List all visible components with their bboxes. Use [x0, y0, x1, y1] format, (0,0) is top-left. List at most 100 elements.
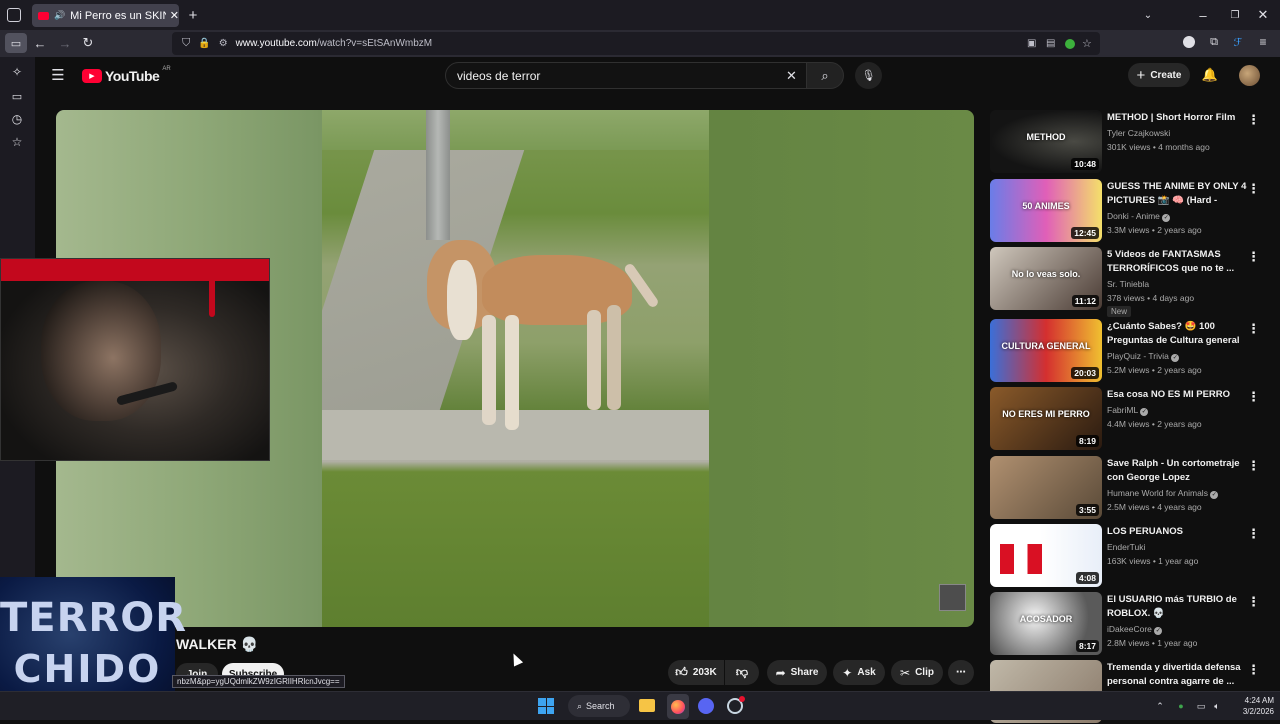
synced-tabs-icon[interactable]: ▭	[9, 88, 25, 104]
list-all-tabs-icon[interactable]: ⌄	[1141, 8, 1155, 22]
recommendation-card[interactable]: 3:55 Save Ralph - Un cortometraje con Geo…	[990, 456, 1270, 520]
clear-search-icon[interactable]: ✕	[784, 68, 799, 83]
search-input[interactable]: videos de terror	[445, 62, 807, 89]
video-thumbnail[interactable]: 3:55	[990, 456, 1102, 519]
window-minimize-icon[interactable]: –	[1196, 8, 1210, 23]
tray-mic-icon[interactable]: ●	[1176, 699, 1186, 713]
file-explorer-icon[interactable]	[639, 699, 655, 712]
windows-start-icon[interactable]	[538, 698, 554, 714]
channel-watermark[interactable]	[939, 584, 966, 611]
bookmark-star-icon[interactable]: ☆	[1082, 37, 1092, 50]
tab-overview-icon[interactable]	[7, 8, 21, 22]
recommendation-card[interactable]: No lo veas solo. 11:12 5 Videos de FANTASM…	[990, 247, 1270, 317]
recommendation-title[interactable]: Save Ralph - Un cortometraje con George …	[1107, 457, 1247, 484]
recommendation-channel[interactable]: EnderTuki	[1107, 542, 1145, 552]
more-options-icon[interactable]: ⋮	[1247, 389, 1260, 405]
recommendation-card[interactable]: NO ERES MI PERRO 8:19 Esa cosa NO ES MI PE…	[990, 387, 1270, 451]
back-icon[interactable]: ←	[32, 35, 48, 51]
screenshot-icon[interactable]: ▣	[1027, 38, 1036, 49]
discord-icon[interactable]	[698, 698, 714, 714]
video-thumbnail[interactable]: CULTURA GENERAL 20:03	[990, 319, 1102, 382]
recommendation-channel[interactable]: PlayQuiz - Trivia ✓	[1107, 351, 1180, 362]
sidebar-toggle-icon[interactable]: ▭	[5, 33, 27, 53]
more-options-icon[interactable]: ⋮	[1247, 112, 1260, 128]
video-thumbnail[interactable]: METHOD 10:48	[990, 110, 1102, 173]
recommendation-channel[interactable]: iDakeeCore ✓	[1107, 624, 1163, 635]
recommendation-title[interactable]: 5 Videos de FANTASMAS TERRORÍFICOS que n…	[1107, 248, 1247, 275]
share-button[interactable]: ➦ Share	[767, 660, 827, 685]
dislike-button[interactable]: 👎︎	[725, 660, 759, 685]
menu-icon[interactable]: ≡	[1256, 35, 1270, 49]
recommendation-card[interactable]: ACOSADOR 8:17 El USUARIO más TURBIO de ROB…	[990, 592, 1270, 656]
hamburger-menu-icon[interactable]: ☰	[50, 67, 66, 84]
search-button[interactable]: ⌕	[806, 62, 844, 89]
recommendation-card[interactable]: METHOD 10:48 METHOD | Short Horror Film Tyl…	[990, 110, 1270, 174]
extension-green-icon[interactable]	[1065, 38, 1075, 49]
window-restore-icon[interactable]: ❐	[1228, 8, 1242, 22]
permissions-icon[interactable]: ⚙	[219, 38, 228, 49]
recommendation-channel[interactable]: Tyler Czajkowski	[1107, 128, 1170, 138]
recommendation-channel[interactable]: Humane World for Animals ✓	[1107, 488, 1219, 499]
clip-button[interactable]: ✂ Clip	[891, 660, 943, 685]
recommendation-title[interactable]: GUESS THE ANIME BY ONLY 4 PICTURES 📸 🧠 (…	[1107, 180, 1247, 207]
recommendation-channel[interactable]: FabriML ✓	[1107, 405, 1149, 416]
network-icon[interactable]: ▭	[1195, 699, 1207, 713]
notifications-bell-icon[interactable]: 🔔	[1202, 67, 1218, 83]
voice-search-button[interactable]: 🎙	[855, 62, 882, 89]
recommendation-title[interactable]: Esa cosa NO ES MI PERRO	[1107, 388, 1247, 402]
recommendation-title[interactable]: El USUARIO más TURBIO de ROBLOX. 💀	[1107, 593, 1247, 620]
recommendation-title[interactable]: Tremenda y divertida defensa personal co…	[1107, 661, 1247, 688]
video-thumbnail[interactable]: ACOSADOR 8:17	[990, 592, 1102, 655]
recommendation-title[interactable]: ¿Cuánto Sabes? 🤩 100 Preguntas de Cultur…	[1107, 320, 1247, 347]
lock-icon[interactable]: 🔒	[198, 38, 210, 49]
more-options-icon[interactable]: ⋮	[1247, 594, 1260, 610]
bookmarks-icon[interactable]: ☆	[9, 134, 25, 150]
verified-check-icon: ✓	[1162, 214, 1171, 222]
forward-icon[interactable]: →	[57, 35, 73, 51]
peru-flag	[1000, 544, 1042, 574]
blood-drip-frame	[1, 259, 269, 281]
recommendation-channel[interactable]: Sr. Tiniebla	[1107, 279, 1149, 289]
video-thumbnail[interactable]: 50 ANIMES 12:45	[990, 179, 1102, 242]
recommendation-title[interactable]: LOS PERUANOS	[1107, 525, 1247, 539]
video-thumbnail[interactable]: No lo veas solo. 11:12	[990, 247, 1102, 310]
new-tab-icon[interactable]: +	[186, 7, 200, 24]
taskbar-search[interactable]: ⌕ Search	[568, 695, 630, 717]
like-button[interactable]: 👍︎ 203K	[668, 660, 724, 685]
reader-view-icon[interactable]: ▤	[1046, 38, 1055, 49]
avatar[interactable]	[1239, 65, 1260, 86]
tray-chevron-up-icon[interactable]: ⌃	[1155, 700, 1165, 712]
more-options-icon[interactable]: ⋮	[1247, 662, 1260, 678]
ai-chat-icon[interactable]: ✧	[9, 64, 25, 80]
tab-close-icon[interactable]: ✕	[170, 9, 179, 22]
more-options-icon[interactable]: ⋮	[1247, 526, 1260, 542]
translate-extension-icon[interactable]: ℱ	[1231, 35, 1245, 49]
more-actions-button[interactable]: ⋯	[948, 660, 974, 685]
recommendation-card[interactable]: CULTURA GENERAL 20:03 ¿Cuánto Sabes? 🤩 100…	[990, 319, 1270, 383]
reload-icon[interactable]: ↻	[80, 35, 96, 51]
recommendation-title[interactable]: METHOD | Short Horror Film	[1107, 111, 1247, 125]
recommendation-channel[interactable]: Donki - Anime ✓	[1107, 211, 1171, 222]
url-bar[interactable]: ⛉ 🔒 ⚙ www.youtube.com/watch?v=sEtSAnWmbz…	[172, 32, 1100, 55]
create-button[interactable]: + Create	[1128, 63, 1190, 87]
recommendation-card[interactable]: 4:08 LOS PERUANOS EnderTuki 163K views • 1 …	[990, 524, 1270, 588]
more-options-icon[interactable]: ⋮	[1247, 458, 1260, 474]
more-options-icon[interactable]: ⋮	[1247, 249, 1260, 265]
youtube-logo[interactable]: ▶ YouTube AR	[82, 66, 171, 86]
history-icon[interactable]: ◷	[9, 111, 25, 127]
firefox-icon[interactable]	[667, 694, 689, 719]
more-options-icon[interactable]: ⋮	[1247, 181, 1260, 197]
ask-button[interactable]: ✦ Ask	[833, 660, 885, 685]
audio-playing-icon[interactable]: 🔊	[54, 10, 65, 21]
more-options-icon[interactable]: ⋮	[1247, 321, 1260, 337]
volume-icon[interactable]: 🔈︎	[1211, 699, 1223, 713]
extensions-icon[interactable]: ⧉	[1207, 35, 1221, 49]
video-thumbnail[interactable]: NO ERES MI PERRO 8:19	[990, 387, 1102, 450]
recommendation-card[interactable]: 50 ANIMES 12:45 GUESS THE ANIME BY ONLY 4 …	[990, 179, 1270, 243]
taskbar-clock[interactable]: 4:24 AM 3/2/2026	[1228, 695, 1274, 717]
shield-icon[interactable]: ⛉	[182, 37, 190, 50]
video-thumbnail[interactable]: 4:08	[990, 524, 1102, 587]
window-close-icon[interactable]: ✕	[1256, 7, 1270, 22]
account-icon[interactable]	[1183, 36, 1195, 48]
browser-tab-active[interactable]: 🔊 Mi Perro es un SKINWALKER ✕	[32, 4, 179, 27]
